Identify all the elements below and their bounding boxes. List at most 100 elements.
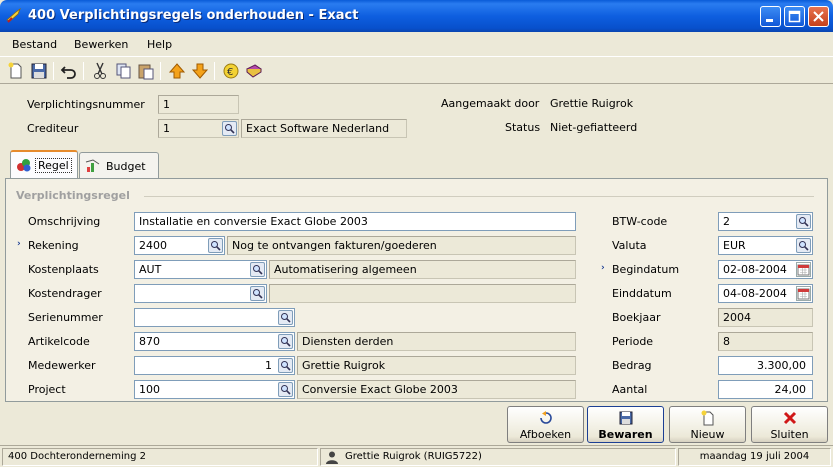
toolbar-separator xyxy=(214,62,215,80)
rekening-required-marker: › xyxy=(17,239,21,249)
menu-help[interactable]: Help xyxy=(147,38,172,51)
arrow-up-icon[interactable] xyxy=(167,61,187,81)
begindatum-required-marker: › xyxy=(601,263,605,273)
search-icon xyxy=(281,385,291,395)
project-input[interactable]: 100 xyxy=(134,380,295,399)
btw-code-label: BTW-code xyxy=(612,215,668,228)
maximize-icon xyxy=(788,10,801,23)
tab-budget[interactable]: Budget xyxy=(79,152,159,178)
crediteur-code-value: 1 xyxy=(163,122,170,135)
crediteur-name-field: Exact Software Nederland xyxy=(241,119,407,138)
search-icon xyxy=(281,337,291,347)
serienummer-lookup-button[interactable] xyxy=(278,310,293,325)
status-value: Niet-gefiatteerd xyxy=(550,121,638,134)
toolbar-separator xyxy=(160,62,161,80)
arrow-down-icon[interactable] xyxy=(190,61,210,81)
medewerker-input[interactable]: 1 xyxy=(134,356,295,375)
bewaren-button[interactable]: Bewaren xyxy=(587,406,664,443)
book-icon[interactable] xyxy=(244,61,264,81)
sluiten-button[interactable]: Sluiten xyxy=(751,406,828,443)
title-bar: 400 Verplichtingsregels onderhouden - Ex… xyxy=(0,0,833,32)
artikelcode-input[interactable]: 870 xyxy=(134,332,295,351)
menu-bewerken[interactable]: Bewerken xyxy=(74,38,128,51)
crediteur-lookup-button[interactable] xyxy=(222,121,237,136)
window-title: 400 Verplichtingsregels onderhouden - Ex… xyxy=(28,8,359,23)
rekening-lookup-button[interactable] xyxy=(208,238,223,253)
menu-bestand[interactable]: Bestand xyxy=(12,38,57,51)
search-icon xyxy=(253,265,263,275)
aantal-input[interactable]: 24,00 xyxy=(718,380,813,399)
kostendrager-lookup-button[interactable] xyxy=(250,286,265,301)
new-icon[interactable] xyxy=(6,61,26,81)
svg-text:€: € xyxy=(227,67,233,78)
einddatum-input[interactable]: 04-08-2004 xyxy=(718,284,813,303)
paste-icon[interactable] xyxy=(136,61,156,81)
calendar-icon xyxy=(797,264,810,276)
maximize-button[interactable] xyxy=(784,6,805,27)
bedrag-input[interactable]: 3.300,00 xyxy=(718,356,813,375)
search-icon xyxy=(281,313,291,323)
nieuw-button[interactable]: Nieuw xyxy=(669,406,746,443)
boekjaar-label: Boekjaar xyxy=(612,311,661,324)
header-section: Verplichtingsnummer 1 Crediteur 1 Exact … xyxy=(5,88,829,146)
begindatum-calendar-button[interactable] xyxy=(796,262,811,277)
serienummer-input[interactable] xyxy=(134,308,295,327)
einddatum-calendar-button[interactable] xyxy=(796,286,811,301)
aantal-label: Aantal xyxy=(612,383,648,396)
exact-app-icon xyxy=(6,8,21,23)
tab-strip: Regel Budget xyxy=(0,150,833,178)
afboeken-icon xyxy=(540,411,552,424)
kostenplaats-input[interactable]: AUT xyxy=(134,260,267,279)
afboeken-button[interactable]: Afboeken xyxy=(507,406,584,443)
crediteur-code-field[interactable]: 1 xyxy=(158,119,239,138)
kostendrager-input[interactable] xyxy=(134,284,267,303)
toolbar-separator xyxy=(53,62,54,80)
nieuw-label: Nieuw xyxy=(690,428,725,441)
omschrijving-input[interactable]: Installatie en conversie Exact Globe 200… xyxy=(134,212,576,231)
save-icon[interactable] xyxy=(29,61,49,81)
status-company: 400 Dochteronderneming 2 xyxy=(2,448,318,466)
close-icon xyxy=(813,11,824,22)
toolbar: € xyxy=(0,56,833,84)
tab-regel[interactable]: Regel xyxy=(10,150,78,178)
project-lookup-button[interactable] xyxy=(278,382,293,397)
status-user-text: Grettie Ruigrok (RUIG5722) xyxy=(345,451,482,462)
artikelcode-code-value: 870 xyxy=(139,335,160,348)
valuta-input[interactable]: EUR xyxy=(718,236,813,255)
toolbar-separator xyxy=(83,62,84,80)
project-name-field: Conversie Exact Globe 2003 xyxy=(297,380,576,399)
verplichtingsnummer-field: 1 xyxy=(158,95,239,114)
begindatum-input[interactable]: 02-08-2004 xyxy=(718,260,813,279)
copy-icon[interactable] xyxy=(113,61,133,81)
kostendrager-name-field xyxy=(269,284,576,303)
close-window-button[interactable] xyxy=(808,6,829,27)
artikelcode-lookup-button[interactable] xyxy=(278,334,293,349)
kostenplaats-name-field: Automatisering algemeen xyxy=(269,260,576,279)
medewerker-lookup-button[interactable] xyxy=(278,358,293,373)
rekening-input[interactable]: 2400 xyxy=(134,236,225,255)
rekening-name-field: Nog te ontvangen fakturen/goederen xyxy=(227,236,576,255)
kostenplaats-lookup-button[interactable] xyxy=(250,262,265,277)
btw-code-lookup-button[interactable] xyxy=(796,214,811,229)
kostenplaats-label: Kostenplaats xyxy=(28,263,99,276)
status-user: Grettie Ruigrok (RUIG5722) xyxy=(320,448,676,466)
periode-field: 8 xyxy=(718,332,813,351)
aangemaakt-label: Aangemaakt door xyxy=(441,97,540,110)
medewerker-label: Medewerker xyxy=(28,359,96,372)
budget-tab-icon xyxy=(85,159,100,172)
cut-icon[interactable] xyxy=(90,61,110,81)
btw-code-input[interactable]: 2 xyxy=(718,212,813,231)
medewerker-code-value: 1 xyxy=(265,359,272,372)
minimize-button[interactable] xyxy=(760,6,781,27)
tab-budget-label: Budget xyxy=(106,160,146,173)
valuta-lookup-button[interactable] xyxy=(796,238,811,253)
action-button-bar: Afboeken Bewaren Nieuw Sluiten xyxy=(0,403,833,445)
boekjaar-field: 2004 xyxy=(718,308,813,327)
euro-icon[interactable]: € xyxy=(221,61,241,81)
medewerker-name-field: Grettie Ruigrok xyxy=(297,356,576,375)
status-date: maandag 19 juli 2004 xyxy=(678,448,831,466)
einddatum-label: Einddatum xyxy=(612,287,672,300)
crediteur-label: Crediteur xyxy=(27,122,79,135)
regel-tab-icon xyxy=(17,159,31,172)
undo-icon[interactable] xyxy=(59,61,79,81)
